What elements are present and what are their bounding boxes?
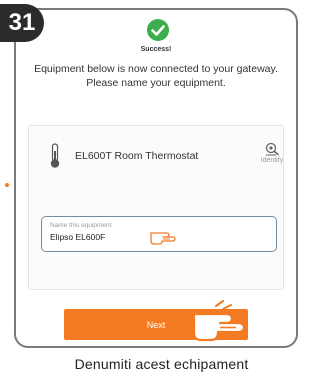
equipment-name-field[interactable]: Name this equipment bbox=[41, 216, 277, 252]
device-name: EL600T Room Thermostat bbox=[75, 150, 199, 162]
pointing-hand-icon bbox=[192, 300, 246, 342]
message-line-1: Equipment below is now connected to your… bbox=[34, 63, 278, 75]
identify-icon bbox=[265, 142, 279, 156]
identify-label: Identify bbox=[260, 157, 284, 164]
pointing-hand-icon bbox=[150, 232, 176, 245]
success-check-icon bbox=[147, 19, 169, 41]
phone-screen: Success! Equipment below is now connecte… bbox=[14, 8, 298, 348]
thermometer-icon bbox=[50, 143, 60, 168]
orange-marker bbox=[5, 183, 9, 187]
identify-button[interactable]: Identify bbox=[255, 142, 289, 164]
success-title: Success! bbox=[140, 46, 172, 53]
equipment-card: EL600T Room Thermostat Identify Name thi… bbox=[28, 125, 284, 290]
equipment-name-label: Name this equipment bbox=[50, 222, 112, 229]
message-line-2: Please name your equipment. bbox=[86, 77, 226, 89]
step-badge: 31 bbox=[0, 4, 44, 42]
connection-message: Equipment below is now connected to your… bbox=[26, 62, 286, 90]
step-caption: Denumiti acest echipament bbox=[74, 356, 249, 372]
